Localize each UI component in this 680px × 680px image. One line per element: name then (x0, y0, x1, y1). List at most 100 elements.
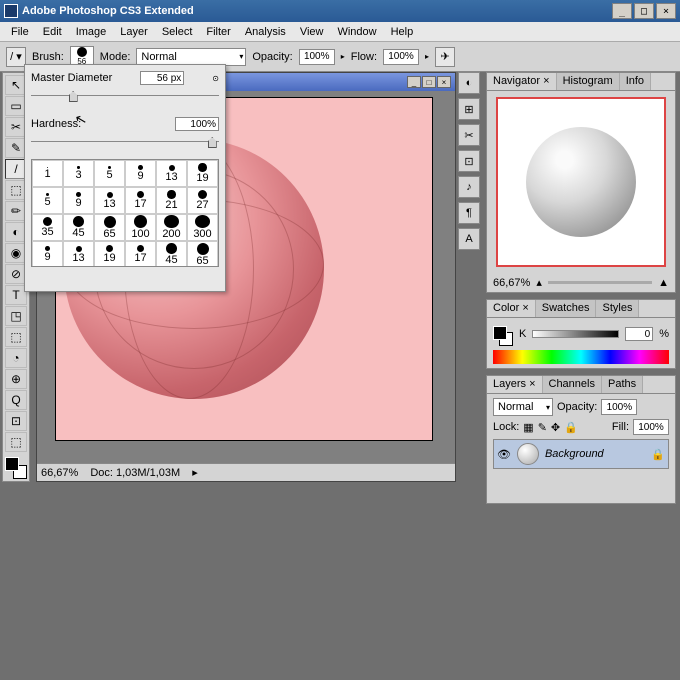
zoom-level[interactable]: 66,67% (41, 467, 78, 479)
lock-transparency-icon[interactable]: ▦ (523, 421, 533, 434)
layer-opacity-input[interactable]: 100% (601, 399, 637, 415)
brush-preset[interactable]: 21 (156, 187, 187, 214)
dock-icon[interactable]: ✂ (458, 124, 480, 146)
fill-input[interactable]: 100% (633, 419, 669, 435)
brush-preset[interactable]: 19 (94, 241, 125, 267)
brush-preset[interactable]: 9 (63, 187, 94, 214)
brush-preset[interactable]: 27 (187, 187, 218, 214)
panel-tab[interactable]: Paths (602, 376, 643, 393)
panel-tab[interactable]: Histogram (557, 73, 620, 90)
dock-icon[interactable]: ¶ (458, 202, 480, 224)
hardness-input[interactable] (175, 117, 219, 131)
zoom-out-icon[interactable]: ▴ (536, 276, 542, 289)
k-label: K (519, 328, 526, 340)
menu-file[interactable]: File (4, 24, 36, 40)
mode-dropdown[interactable]: Normal (136, 48, 246, 66)
brush-preset[interactable]: 13 (156, 160, 187, 187)
brush-preset[interactable]: 17 (125, 187, 156, 214)
brush-preset[interactable]: 17 (125, 241, 156, 267)
dock-icon[interactable]: ⊞ (458, 98, 480, 120)
brush-preset[interactable]: 1 (32, 160, 63, 187)
color-ramp[interactable] (493, 350, 669, 364)
panel-tab[interactable]: Color × (487, 300, 536, 317)
tool-button[interactable]: ⬚ (5, 327, 27, 347)
brush-preset[interactable]: 35 (32, 214, 63, 241)
dock-icon[interactable]: ♪ (458, 176, 480, 198)
opacity-input[interactable]: 100% (299, 49, 335, 65)
maximize-button[interactable]: □ (634, 3, 654, 19)
brush-preset[interactable]: 19 (187, 160, 218, 187)
brush-preset[interactable]: 3 (63, 160, 94, 187)
brush-preset[interactable]: 5 (32, 187, 63, 214)
doc-minimize[interactable]: _ (407, 76, 421, 88)
flow-input[interactable]: 100% (383, 49, 419, 65)
menu-edit[interactable]: Edit (36, 24, 69, 40)
blend-mode-dropdown[interactable]: Normal (493, 398, 553, 416)
panel-tab[interactable]: Info (620, 73, 651, 90)
menu-image[interactable]: Image (69, 24, 114, 40)
layer-thumbnail (517, 443, 539, 465)
menu-analysis[interactable]: Analysis (238, 24, 293, 40)
doc-close[interactable]: × (437, 76, 451, 88)
zoom-in-icon[interactable]: ▲ (658, 277, 669, 289)
k-input[interactable] (625, 327, 653, 341)
panel-tab[interactable]: Navigator × (487, 73, 557, 90)
dock-icon[interactable]: ⊡ (458, 150, 480, 172)
brush-preset[interactable]: 13 (94, 187, 125, 214)
zoom-slider[interactable] (548, 281, 652, 284)
tool-button[interactable]: Q (5, 390, 27, 410)
color-swatch[interactable] (5, 457, 27, 479)
menu-help[interactable]: Help (384, 24, 421, 40)
brush-preset[interactable]: 9 (125, 160, 156, 187)
diameter-slider[interactable]: ↖ (31, 89, 219, 103)
lock-pixels-icon[interactable]: ✎ (538, 421, 547, 434)
brush-preset[interactable]: 65 (94, 214, 125, 241)
k-slider[interactable] (532, 330, 619, 338)
brush-preset[interactable]: 5 (94, 160, 125, 187)
doc-size: Doc: 1,03M/1,03M (90, 467, 180, 479)
panel-tab[interactable]: Styles (596, 300, 639, 317)
lock-all-icon[interactable]: 🔒 (564, 421, 578, 434)
close-button[interactable]: × (656, 3, 676, 19)
navigator-zoom[interactable]: 66,67% (493, 277, 530, 289)
menu-layer[interactable]: Layer (113, 24, 155, 40)
menu-filter[interactable]: Filter (199, 24, 237, 40)
tool-button[interactable]: ⊡ (5, 411, 27, 431)
dock-icon[interactable]: A (458, 228, 480, 250)
brush-preset[interactable]: 9 (32, 241, 63, 267)
app-title: Adobe Photoshop CS3 Extended (22, 5, 612, 17)
tool-button[interactable]: ◳ (5, 306, 27, 326)
menu-select[interactable]: Select (155, 24, 200, 40)
doc-maximize[interactable]: □ (422, 76, 436, 88)
brush-preset[interactable]: 45 (63, 214, 94, 241)
tool-button[interactable]: ⬚ (5, 432, 27, 452)
lock-position-icon[interactable]: ✥ (551, 421, 560, 434)
tool-button[interactable]: ⊕ (5, 369, 27, 389)
panel-tab[interactable]: Layers × (487, 376, 543, 393)
tool-preset-button[interactable]: / ▾ (6, 47, 26, 67)
brush-preset[interactable]: 200 (156, 214, 187, 241)
brush-preset-panel: Master Diameter ⊙ ↖ Hardness: 1359131959… (24, 64, 226, 292)
airbrush-button[interactable]: ✈ (435, 47, 455, 67)
panel-tab[interactable]: Swatches (536, 300, 597, 317)
brush-preset[interactable]: 13 (63, 241, 94, 267)
brush-preset[interactable]: 65 (187, 241, 218, 267)
brush-preset[interactable]: 45 (156, 241, 187, 267)
layer-name[interactable]: Background (545, 448, 604, 460)
menu-view[interactable]: View (293, 24, 331, 40)
brush-preset[interactable]: 300 (187, 214, 218, 241)
opacity-label: Opacity: (252, 51, 292, 63)
tool-button[interactable]: ◔ (5, 348, 27, 368)
brush-preset[interactable]: 100 (125, 214, 156, 241)
layer-row[interactable]: 👁 Background 🔒 (493, 439, 669, 469)
dock-icon[interactable]: ◐ (458, 72, 480, 94)
panel-tab[interactable]: Channels (543, 376, 602, 393)
hardness-slider[interactable] (31, 135, 219, 149)
master-diameter-input[interactable] (140, 71, 184, 85)
menu-window[interactable]: Window (330, 24, 383, 40)
minimize-button[interactable]: _ (612, 3, 632, 19)
visibility-icon[interactable]: 👁 (497, 448, 511, 461)
flyout-icon[interactable]: ⊙ (212, 74, 219, 83)
titlebar: Adobe Photoshop CS3 Extended _ □ × (0, 0, 680, 22)
navigator-preview[interactable] (496, 97, 666, 267)
